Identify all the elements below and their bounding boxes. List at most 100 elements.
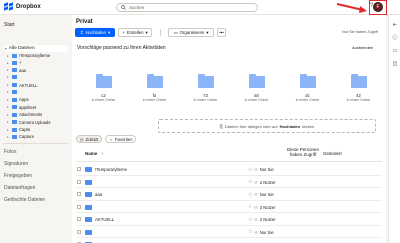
dropzone-upload-link[interactable]: Hochladen xyxy=(280,124,300,129)
star-icon[interactable]: ☆ xyxy=(248,229,252,235)
sidebar-folder-item[interactable]: ▸ Camera Uploads xyxy=(7,120,50,125)
row-name[interactable]: !Temporarylteme xyxy=(95,167,127,172)
folder-icon xyxy=(12,90,17,94)
dropbox-logo[interactable]: Dropbox xyxy=(4,2,41,11)
sidebar-folder-item[interactable]: ▸ Attachments xyxy=(7,112,42,117)
folder-icon xyxy=(12,120,17,125)
column-changed[interactable]: Geändert xyxy=(323,151,342,156)
sidebar-item-start[interactable]: Start xyxy=(4,22,15,28)
sidebar-item-file-requests[interactable]: Dateianfragen xyxy=(4,185,35,191)
suggestion-card[interactable]: a0 In einem Ordner xyxy=(231,58,282,108)
table-row[interactable]: AKTUELL ☆ ⚇ 2 Nutzer xyxy=(76,213,382,226)
sidebar-folder-item[interactable]: ▸ AKTUELL xyxy=(7,83,38,88)
access-label: Nur Sie xyxy=(259,229,274,235)
row-access: ⚇ 3 Nutzer xyxy=(254,205,276,210)
avatar[interactable]: F xyxy=(373,2,383,12)
folder-icon xyxy=(12,112,17,117)
filter-label: Favoriten xyxy=(115,136,133,142)
folder-icon xyxy=(85,179,92,185)
filter-recent[interactable]: ◷ Zuletzt xyxy=(76,135,103,143)
upload-icon: ↥ xyxy=(79,29,84,35)
upload-icon: ⎘ xyxy=(219,123,223,129)
sidebar-folder-item[interactable]: ▸ Capture xyxy=(7,134,34,139)
sidebar-item-shared[interactable]: Freigegeben xyxy=(4,173,32,179)
suggestion-card[interactable]: c2 In einem Ordner xyxy=(78,58,129,108)
chevron-right-icon: ▸ xyxy=(7,120,9,125)
sidebar-folder-item[interactable]: ▸ xyxy=(7,90,19,94)
create-label: Erstellen xyxy=(126,30,144,35)
suggestion-card[interactable]: 42 In einem Ordner xyxy=(333,58,384,108)
table-row[interactable]: ☆ ⚇ 2 Nutzer xyxy=(76,176,382,188)
row-checkbox[interactable] xyxy=(77,204,81,209)
star-icon[interactable]: ☆ xyxy=(248,167,252,173)
sidebar-folder-item[interactable]: ▸ !Temporarylteme xyxy=(7,53,50,58)
row-name[interactable]: AKTUELL xyxy=(95,217,114,222)
row-access: ⚇ 2 Nutzer xyxy=(254,217,276,222)
sidebar-item-all-files[interactable]: ▾ Alle Dateien xyxy=(4,45,68,52)
row-checkbox[interactable] xyxy=(77,167,81,171)
row-checkbox[interactable] xyxy=(77,192,81,196)
access-info[interactable]: Nur Sie haben Zugriff xyxy=(342,30,378,34)
suggestion-card[interactable]: dc In einem Ordner xyxy=(282,58,333,108)
table-row[interactable]: Apps☆⚇Nur Sie xyxy=(76,238,382,243)
filter-favorites[interactable]: ☆ Favoriten xyxy=(105,135,137,143)
create-button[interactable]: + Erstellen ▾ xyxy=(118,28,152,37)
column-name[interactable]: Name xyxy=(85,151,97,156)
chevron-right-icon: ▸ xyxy=(7,60,9,65)
sidebar-folder-item[interactable]: ▸ aaa xyxy=(7,68,26,73)
row-checkbox[interactable] xyxy=(77,179,81,184)
dropzone-text: Dateien hier ablegen oder auf xyxy=(224,123,278,129)
sidebar-folder-item[interactable]: ▸ appsheet xyxy=(7,105,36,110)
drop-zone[interactable]: ⎘ Dateien hier ablegen oder auf Hochlade… xyxy=(158,119,376,133)
row-checkbox[interactable] xyxy=(77,229,81,234)
hide-suggestions-button[interactable]: Ausblenden xyxy=(352,45,373,50)
folder-label: Camera Uploads xyxy=(19,119,51,125)
sidebar-item-deleted-files[interactable]: Gelöschte Dateien xyxy=(4,197,45,203)
folder-icon xyxy=(85,229,92,235)
info-icon[interactable]: ⓘ xyxy=(392,35,398,41)
table-row[interactable]: ☆ ⚇ 3 Nutzer xyxy=(76,201,382,213)
clock-icon: ◷ xyxy=(80,136,84,142)
star-icon[interactable]: ☆ xyxy=(248,179,252,185)
sidebar-item-photos[interactable]: Fotos xyxy=(4,149,17,155)
sort-arrow-icon[interactable]: ↑ xyxy=(101,151,103,156)
sidebar-folder-item[interactable]: ▸ Capto xyxy=(7,127,30,132)
sidebar-folder-item[interactable]: ▸ + xyxy=(7,60,21,65)
suggestion-card[interactable]: 73 In einem Ordner xyxy=(180,58,231,108)
row-checkbox[interactable] xyxy=(77,217,81,221)
row-name[interactable]: aaa xyxy=(95,192,102,197)
organize-button[interactable]: ▭ Organisieren ▾ xyxy=(168,28,214,37)
comment-icon[interactable]: ▭ xyxy=(392,48,398,54)
activity-icon[interactable]: ◫ xyxy=(392,61,398,67)
folder-label: !Temporarylteme xyxy=(19,53,51,58)
chevron-right-icon: ▸ xyxy=(7,68,9,73)
suggestion-location: In einem Ordner xyxy=(142,98,167,102)
collapse-panel-icon[interactable]: ⇤ xyxy=(392,22,398,28)
people-icon: ⚇ xyxy=(254,229,258,235)
main-content: Privat ↥ Hochladen ▾ + Erstellen ▾ ▭ Org… xyxy=(72,15,386,243)
search-input[interactable]: Suchen xyxy=(116,3,258,12)
sidebar-folder-item[interactable]: ▸ xyxy=(7,75,19,80)
star-icon[interactable]: ☆ xyxy=(248,192,252,198)
table-row[interactable]: !Temporarylteme ☆ ⚇ Nur Sie xyxy=(76,163,382,176)
search-icon xyxy=(121,5,126,10)
upload-button[interactable]: ↥ Hochladen ▾ xyxy=(75,28,115,37)
suggestion-location: In einem Ordner xyxy=(193,98,218,102)
star-icon[interactable]: ☆ xyxy=(248,204,252,210)
sidebar-item-signatures[interactable]: Signaturen xyxy=(4,161,28,167)
sidebar-folder-item[interactable]: ▸ Apps xyxy=(7,97,29,102)
access-label: 2 Nutzer xyxy=(259,217,276,222)
chevron-right-icon: ▸ xyxy=(7,134,9,139)
chevron-right-icon: ▸ xyxy=(7,75,9,80)
people-icon: ⚇ xyxy=(254,192,258,197)
suggestion-card[interactable]: fo In einem Ordner xyxy=(129,58,180,108)
people-icon: ⚇ xyxy=(254,167,258,172)
table-row[interactable]: ☆ ⚇ Nur Sie xyxy=(76,226,382,238)
access-label: Nur Sie xyxy=(259,167,274,172)
star-icon[interactable]: ☆ xyxy=(248,217,252,223)
table-row[interactable]: aaa ☆ ⚇ Nur Sie xyxy=(76,188,382,201)
folder-icon xyxy=(85,167,92,172)
more-button[interactable]: ••• xyxy=(217,28,226,37)
folder-icon xyxy=(147,74,163,88)
plus-icon: + xyxy=(122,30,125,35)
